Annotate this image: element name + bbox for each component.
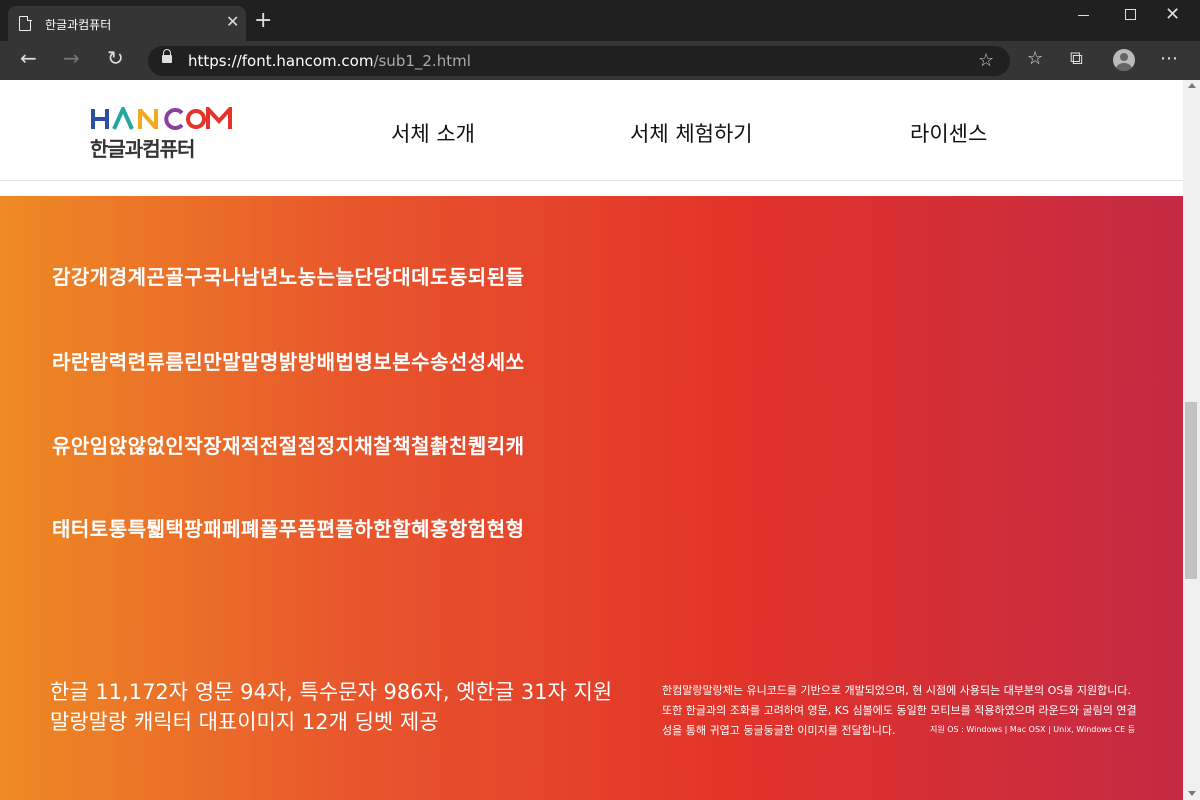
refresh-icon[interactable]: ↻ — [107, 48, 124, 68]
window-close-icon[interactable]: ✕ — [1165, 4, 1180, 25]
page-viewport: 한글과컴퓨터 서체 소개 서체 체험하기 라이센스 감강개경계곤골구국나남년노농… — [0, 80, 1183, 800]
feature-text: 한글 11,172자 영문 94자, 특수문자 986자, 옛한글 31자 지원 — [50, 680, 613, 704]
maximize-icon[interactable] — [1125, 9, 1136, 20]
url-text: https://font.hancom.com/sub1_2.html — [188, 52, 471, 70]
scroll-down-icon[interactable] — [1188, 791, 1196, 796]
scroll-thumb[interactable] — [1185, 402, 1197, 579]
menu-font-intro[interactable]: 서체 소개 — [391, 118, 475, 148]
lock-icon — [162, 49, 172, 63]
menu-license[interactable]: 라이센스 — [910, 118, 987, 148]
collections-icon[interactable]: ⧉ — [1070, 50, 1083, 68]
hancom-logo-mark — [91, 107, 232, 130]
supported-os-text: 지원 OS : Windows | Mac OSX | Unix, Window… — [930, 725, 1136, 734]
tab-bar: 한글과컴퓨터 ✕ + ✕ — [0, 0, 1200, 41]
minimize-icon[interactable] — [1078, 15, 1089, 16]
description-text: 성을 통해 귀엽고 둥글둥글한 이미지를 전달합니다. — [662, 724, 896, 737]
hancom-logo[interactable]: 한글과컴퓨터 — [90, 107, 232, 161]
description-text: 또한 한글과의 조화를 고려하여 영문, KS 심볼에도 동일한 모티브를 적용… — [662, 704, 1137, 717]
menu-font-trial[interactable]: 서체 체험하기 — [630, 118, 753, 148]
favorites-icon[interactable]: ☆ — [1027, 50, 1043, 68]
glyph-sample-line: 감강개경계곤골구국나남년노농는늘단당대데도동되된들 — [52, 265, 525, 289]
tab-title: 한글과컴퓨터 — [45, 18, 112, 32]
new-tab-icon[interactable]: + — [254, 10, 272, 32]
logo-text: 한글과컴퓨터 — [90, 137, 195, 161]
site-header: 한글과컴퓨터 서체 소개 서체 체험하기 라이센스 — [0, 80, 1183, 181]
browser-toolbar: ← → ↻ https://font.hancom.com/sub1_2.htm… — [0, 41, 1200, 80]
description-text: 한컴말랑말랑체는 유니코드를 기반으로 개발되었으며, 현 시점에 사용되는 대… — [662, 684, 1132, 697]
glyph-sample-line: 태터토통특퉯택팡패페폐폴푸픔편플하한할혜홍항험현형 — [52, 517, 525, 541]
profile-avatar[interactable] — [1113, 49, 1135, 71]
address-bar[interactable]: https://font.hancom.com/sub1_2.html ☆ — [148, 46, 1010, 76]
glyph-sample-line: 유안임앉않없인작장재적전절점정지채찰책철촭친퀩킥캐 — [52, 434, 525, 458]
add-favorite-icon[interactable]: ☆ — [978, 50, 994, 71]
browser-tab[interactable]: 한글과컴퓨터 ✕ — [8, 6, 246, 41]
vertical-scrollbar[interactable] — [1183, 80, 1200, 800]
tab-close-icon[interactable]: ✕ — [226, 14, 239, 30]
page-icon — [19, 15, 32, 31]
hero-banner: 감강개경계곤골구국나남년노농는늘단당대데도동되된들 라란람력련류름린만말맡명밝방… — [0, 196, 1183, 800]
url-path: /sub1_2.html — [373, 52, 471, 70]
glyph-sample-line: 라란람력련류름린만말맡명밝방배법병보본수송선성세쏘 — [52, 350, 525, 374]
forward-icon[interactable]: → — [63, 48, 80, 68]
more-icon[interactable]: ⋯ — [1160, 50, 1178, 68]
back-icon[interactable]: ← — [20, 48, 37, 68]
url-host: https://font.hancom.com — [188, 52, 374, 70]
scroll-up-icon[interactable] — [1188, 83, 1196, 88]
feature-text: 말랑말랑 캐릭터 대표이미지 12개 딩벳 제공 — [50, 710, 439, 734]
